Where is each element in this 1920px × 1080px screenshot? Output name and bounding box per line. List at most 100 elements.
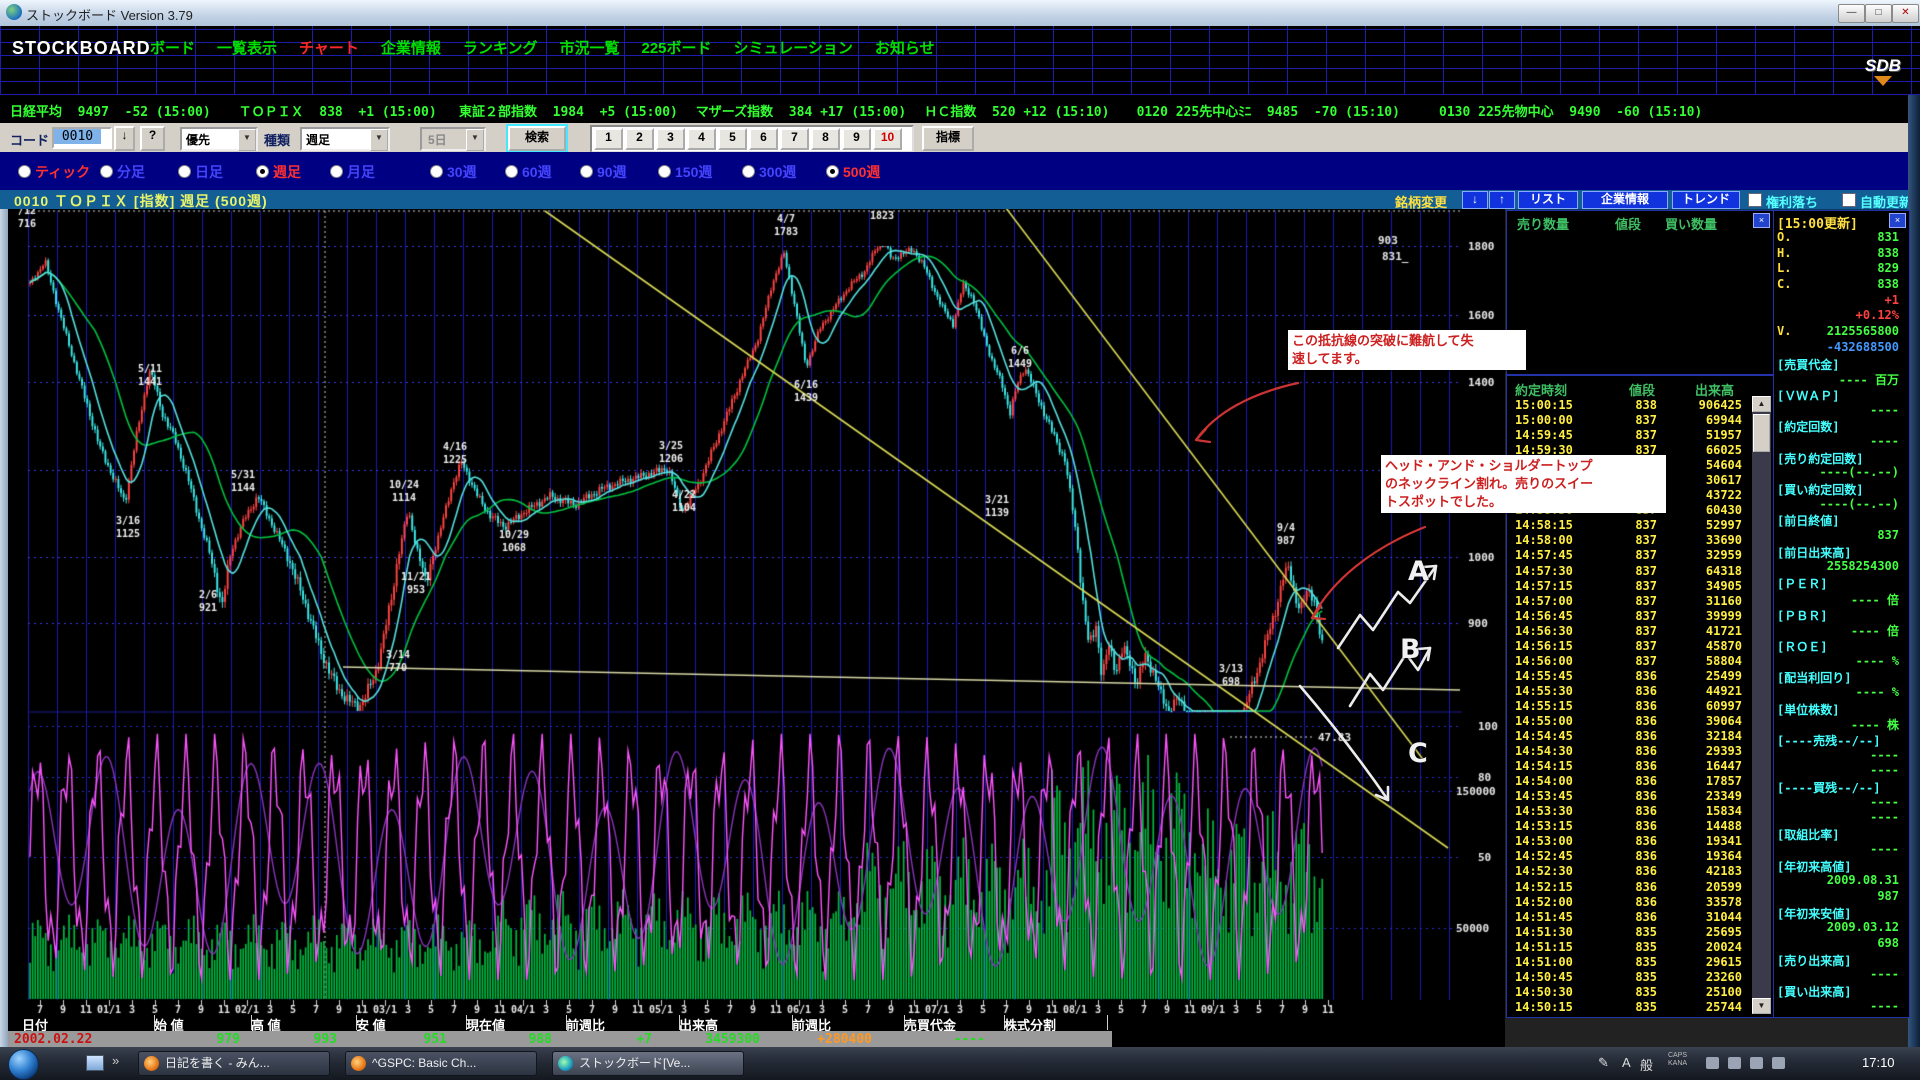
quote-stat-line: O.831 (1774, 230, 1909, 246)
timeframe-月足[interactable]: 月足 (330, 162, 375, 182)
tape-row: 14:52:1583620599 (1507, 880, 1745, 895)
page-button-4[interactable]: 4 (687, 128, 716, 150)
page-button-8[interactable]: 8 (811, 128, 840, 150)
timeframe-分足[interactable]: 分足 (100, 162, 145, 182)
code-spin-button[interactable]: ↓ (114, 126, 135, 151)
page-button-5[interactable]: 5 (718, 128, 747, 150)
menu-item[interactable]: ボード (150, 37, 195, 58)
radio-icon[interactable] (430, 165, 443, 178)
scroll-down-icon[interactable]: ▼ (1752, 998, 1771, 1014)
radio-icon[interactable] (18, 165, 31, 178)
tape-scrollbar[interactable]: ▲ ▼ (1752, 396, 1771, 1014)
priority-select[interactable]: 優先▼ (180, 127, 258, 151)
tape-row: 14:51:4583631044 (1507, 910, 1745, 925)
menu-item[interactable]: シミュレーション (734, 37, 853, 58)
page-button-2[interactable]: 2 (625, 128, 654, 150)
bottom-header-0: 日付 (14, 1015, 155, 1030)
help-button[interactable]: ? (140, 126, 165, 151)
timeframe-500週[interactable]: 500週 (826, 162, 880, 182)
scroll-up-icon[interactable]: ▲ (1752, 396, 1771, 412)
timeframe-30週[interactable]: 30週 (430, 162, 477, 182)
task-button[interactable]: ストックボード[Ve... (552, 1051, 744, 1076)
stockboard-icon (558, 1056, 573, 1071)
timeframe-90週[interactable]: 90週 (580, 162, 627, 182)
radio-icon[interactable] (742, 165, 755, 178)
radio-icon[interactable] (256, 165, 269, 178)
symbol-down-button[interactable]: ↓ (1462, 191, 1488, 209)
page-button-7[interactable]: 7 (780, 128, 809, 150)
task-button[interactable]: 日記を書く - みん... (138, 1051, 330, 1076)
ex-rights-checkbox[interactable] (1748, 193, 1762, 207)
menu-item[interactable]: 一覧表示 (217, 37, 277, 58)
menu-bar: STOCKBOARD ボード一覧表示チャート企業情報ランキング市況一覧225ボー… (0, 26, 1920, 95)
radio-icon[interactable] (100, 165, 113, 178)
bottom-header-6: 出来高 (671, 1015, 793, 1030)
menu-item[interactable]: ランキング (463, 37, 538, 58)
trend-button[interactable]: トレンド (1672, 191, 1740, 209)
network-icon[interactable] (1728, 1057, 1741, 1069)
chevron-down-icon[interactable]: ▼ (238, 129, 256, 151)
auto-update-checkbox[interactable] (1842, 193, 1856, 207)
symbol-up-button[interactable]: ↑ (1489, 191, 1515, 209)
window-left-border (0, 209, 8, 1047)
radio-icon[interactable] (580, 165, 593, 178)
task-button[interactable]: ^GSPC: Basic Ch... (345, 1051, 537, 1076)
radio-icon[interactable] (505, 165, 518, 178)
menu-item[interactable]: チャート (299, 37, 359, 58)
radio-icon[interactable] (178, 165, 191, 178)
menu-item[interactable]: 市況一覧 (559, 37, 619, 58)
bottom-header-5: 前週比 (558, 1015, 680, 1030)
quote-stat-line: ---- % (1774, 654, 1909, 670)
timeframe-300週[interactable]: 300週 (742, 162, 796, 182)
page-button-6[interactable]: 6 (749, 128, 778, 150)
timeframe-日足[interactable]: 日足 (178, 162, 223, 182)
window-titlebar[interactable]: ストックボード Version 3.79 ― □ ✕ (0, 0, 1920, 27)
start-button[interactable] (8, 1049, 39, 1080)
maximize-button[interactable]: □ (1865, 4, 1892, 23)
menu-item[interactable]: お知らせ (875, 37, 935, 58)
page-button-3[interactable]: 3 (656, 128, 685, 150)
ime-mode-general[interactable]: 般 (1640, 1055, 1653, 1074)
radio-icon[interactable] (826, 165, 839, 178)
timeframe-60週[interactable]: 60週 (505, 162, 552, 182)
close-icon[interactable]: × (1753, 213, 1770, 228)
page-button-10[interactable]: 10 (873, 128, 902, 150)
tray-app-icon[interactable] (1772, 1057, 1785, 1069)
quick-launch-icon[interactable] (86, 1055, 104, 1071)
radio-icon[interactable] (330, 165, 343, 178)
speaker-icon[interactable] (1706, 1057, 1719, 1069)
bottom-header-9: 株式分割 (996, 1015, 1108, 1030)
taskbar: » 日記を書く - みん... ^GSPC: Basic Ch... ストックボード… (0, 1047, 1920, 1080)
quote-stat-line: ---- (1774, 403, 1909, 419)
menu-item[interactable]: 企業情報 (381, 37, 441, 58)
wave-label-b: B (1400, 634, 1421, 665)
shield-icon[interactable] (1750, 1057, 1763, 1069)
timeframe-週足[interactable]: 週足 (256, 162, 301, 182)
menu-item[interactable]: 225ボード (641, 37, 711, 58)
quick-launch-more[interactable]: » (112, 1053, 119, 1068)
indicator-button[interactable]: 指標 (922, 126, 974, 151)
price-chart-canvas[interactable] (8, 209, 1505, 1014)
timeframe-150週[interactable]: 150週 (658, 162, 712, 182)
radio-icon[interactable] (658, 165, 671, 178)
close-button[interactable]: ✕ (1892, 4, 1919, 23)
scrollbar-thumb[interactable] (1753, 414, 1770, 452)
kind-select[interactable]: 週足▼ (300, 127, 390, 151)
tape-row: 14:55:4583625499 (1507, 669, 1745, 684)
chevron-down-icon[interactable]: ▼ (370, 129, 388, 151)
quote-stat-line: [配当利回り] (1774, 669, 1909, 685)
list-button[interactable]: リスト (1518, 191, 1578, 209)
search-button[interactable]: 検索 (508, 126, 566, 151)
timeframe-ティック[interactable]: ティック (18, 162, 90, 182)
page-button-1[interactable]: 1 (594, 128, 623, 150)
code-input[interactable]: 0010 (52, 127, 112, 149)
page-button-9[interactable]: 9 (842, 128, 871, 150)
tape-row: 14:57:0083731160 (1507, 594, 1745, 609)
tape-volume-header: 出来高 (1695, 380, 1734, 399)
ime-mode-a[interactable]: A (1622, 1055, 1631, 1070)
minimize-button[interactable]: ― (1838, 4, 1865, 23)
bottom-value-4: 988 (460, 1032, 552, 1047)
company-info-button[interactable]: 企業情報 (1582, 191, 1668, 209)
ime-pen-icon[interactable]: ✎ (1598, 1055, 1609, 1071)
close-icon[interactable]: × (1889, 213, 1906, 228)
